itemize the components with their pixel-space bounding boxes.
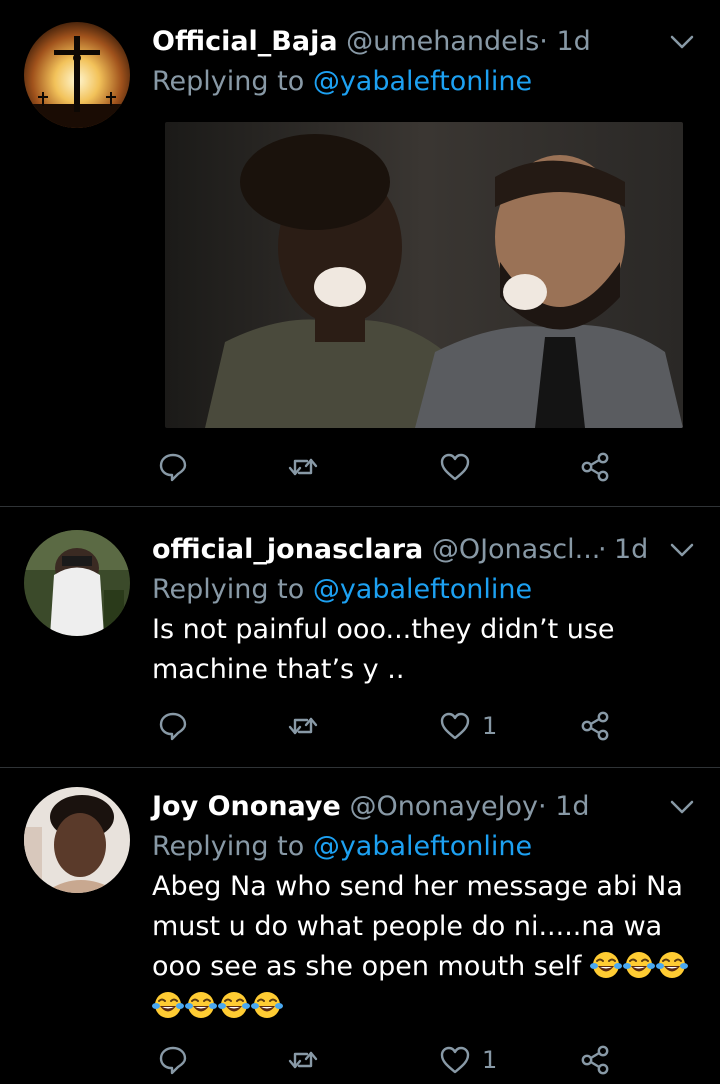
- tears-of-joy-emoji: [590, 949, 623, 981]
- tweet-header: Official_Baja @umehandels· 1d: [152, 22, 720, 62]
- timestamp[interactable]: 1d: [556, 26, 590, 57]
- tweet-header: official_jonasclara @OJonascl... · 1d: [152, 530, 720, 570]
- retweet-icon: [288, 1051, 318, 1069]
- display-name[interactable]: official_jonasclara: [152, 534, 423, 565]
- tweet-1[interactable]: Official_Baja @umehandels· 1d Replying t…: [0, 0, 720, 507]
- retweet-button[interactable]: [286, 447, 320, 487]
- display-name[interactable]: Official_Baja: [152, 26, 338, 57]
- share-button[interactable]: [578, 1040, 612, 1080]
- chevron-down-icon[interactable]: [666, 28, 698, 56]
- reply-icon: [159, 453, 187, 482]
- tweet-3[interactable]: Joy Ononaye @OnonayeJoy· 1d Replying to …: [0, 769, 720, 1084]
- replying-to-link[interactable]: @yabaleftonline: [313, 574, 532, 605]
- chevron-down-icon[interactable]: [666, 536, 698, 564]
- reply-button[interactable]: [156, 447, 190, 487]
- person-selfie-avatar-icon: [24, 787, 130, 893]
- tears-of-joy-emoji: [218, 989, 250, 1021]
- replying-to-link[interactable]: @yabaleftonline: [313, 66, 532, 97]
- replying-to: Replying to @yabaleftonline: [152, 570, 720, 610]
- separator-dot: ·: [598, 534, 607, 565]
- like-button[interactable]: [438, 447, 482, 487]
- crucifix-sunset-avatar-icon: [24, 22, 130, 128]
- tweet-actions: 1: [152, 706, 632, 746]
- tears-of-joy-emoji: [185, 989, 217, 1021]
- tweet-2[interactable]: official_jonasclara @OJonascl... · 1d Re…: [0, 508, 720, 768]
- tweet-photo[interactable]: [165, 122, 683, 428]
- share-icon: [581, 1045, 609, 1075]
- like-count: 1: [482, 1046, 498, 1074]
- tears-of-joy-emoji: [152, 989, 184, 1021]
- reply-button[interactable]: [156, 706, 190, 746]
- share-icon: [581, 452, 609, 482]
- tweet-actions: [152, 447, 632, 487]
- tears-of-joy-emoji: [623, 949, 656, 981]
- share-button[interactable]: [578, 706, 612, 746]
- person-face-covered-avatar-icon: [24, 530, 130, 636]
- retweet-button[interactable]: [286, 1040, 320, 1080]
- separator-dot: ·: [538, 791, 547, 822]
- replying-prefix: Replying to: [152, 831, 313, 862]
- avatar[interactable]: [24, 530, 130, 636]
- like-button[interactable]: 1: [438, 706, 497, 746]
- heart-icon: [440, 1046, 470, 1074]
- share-button[interactable]: [578, 447, 612, 487]
- reply-icon: [159, 1046, 187, 1075]
- retweet-icon: [288, 458, 318, 476]
- replying-to: Replying to @yabaleftonline: [152, 827, 720, 867]
- user-handle[interactable]: @OnonayeJoy: [349, 791, 538, 822]
- share-icon: [581, 711, 609, 741]
- avatar[interactable]: [24, 22, 130, 128]
- photo-two-men-laughing: [165, 122, 683, 428]
- tweet-text: Abeg Na who send her message abi Na must…: [152, 867, 692, 1027]
- heart-icon: [440, 712, 470, 740]
- display-name[interactable]: Joy Ononaye: [152, 791, 341, 822]
- replying-to-link[interactable]: @yabaleftonline: [313, 831, 532, 862]
- like-button[interactable]: 1: [438, 1040, 497, 1080]
- reply-button[interactable]: [156, 1040, 190, 1080]
- heart-icon: [440, 453, 470, 481]
- user-handle[interactable]: @OJonascl...: [432, 534, 601, 565]
- separator-dot: ·: [539, 26, 548, 57]
- tweet-text: Is not painful ooo...they didn’t use mac…: [152, 614, 615, 685]
- tweet-header: Joy Ononaye @OnonayeJoy· 1d: [152, 787, 720, 827]
- like-count: 1: [482, 712, 498, 740]
- user-handle[interactable]: @umehandels: [346, 26, 539, 57]
- timestamp[interactable]: 1d: [555, 791, 589, 822]
- replying-prefix: Replying to: [152, 66, 313, 97]
- retweet-button[interactable]: [286, 706, 320, 746]
- replying-prefix: Replying to: [152, 574, 313, 605]
- replying-to: Replying to @yabaleftonline: [152, 62, 720, 102]
- tweet-actions: 1: [152, 1040, 632, 1080]
- timestamp[interactable]: 1d: [614, 530, 648, 570]
- retweet-icon: [288, 717, 318, 735]
- tears-of-joy-emoji: [251, 989, 283, 1021]
- tears-of-joy-emoji: [656, 949, 689, 981]
- chevron-down-icon[interactable]: [666, 793, 698, 821]
- reply-icon: [159, 712, 187, 741]
- avatar[interactable]: [24, 787, 130, 893]
